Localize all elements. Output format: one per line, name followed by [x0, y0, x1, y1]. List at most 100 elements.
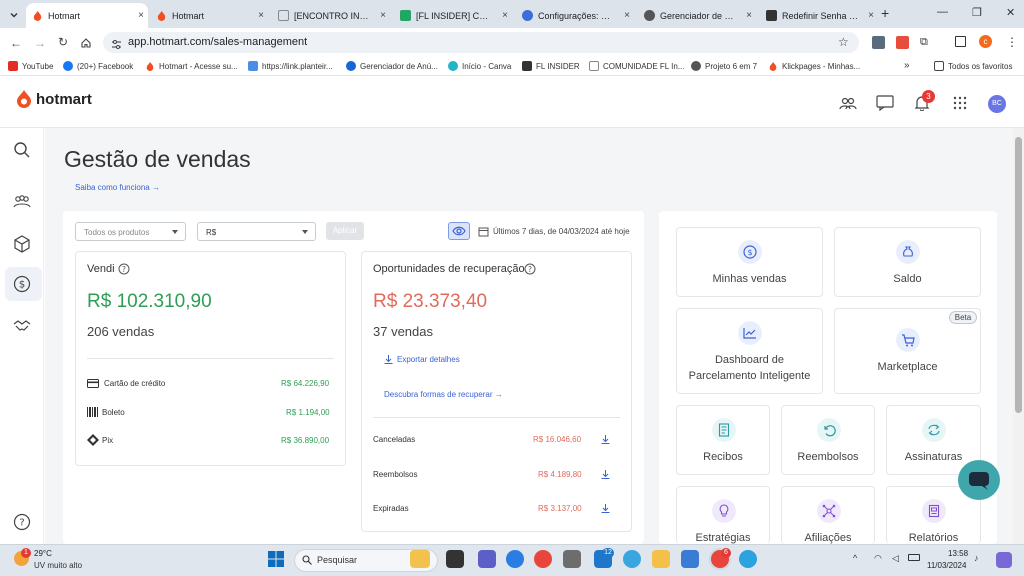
scrollbar-thumb[interactable]	[1015, 137, 1022, 413]
dashboard-installments-tile[interactable]: Dashboard de Parcelamento Inteligente	[676, 308, 823, 394]
export-details-link[interactable]: Exportar detalhes	[397, 355, 460, 364]
edge-icon[interactable]	[506, 550, 524, 568]
clock-time[interactable]: 13:58	[948, 549, 968, 558]
download-icon[interactable]	[601, 470, 610, 479]
users-icon[interactable]	[839, 95, 857, 111]
bookmark-fl-insider[interactable]: FL INSIDER	[522, 61, 580, 71]
bookmarks-overflow-icon[interactable]: »	[904, 60, 910, 71]
page-favicon-icon	[278, 10, 289, 21]
discover-recovery-link[interactable]: Descubra formas de recuperar →	[384, 390, 503, 399]
tab-gerenciador-senhas[interactable]: Gerenciador de senh ×	[638, 3, 756, 28]
balance-tile[interactable]: Saldo	[834, 227, 981, 297]
windows-start-icon[interactable]	[268, 551, 284, 567]
browser-menu-icon[interactable]: ⋮	[1006, 35, 1018, 49]
calculator-icon[interactable]	[563, 550, 581, 568]
chat-icon[interactable]	[876, 95, 894, 111]
task-view-icon[interactable]	[446, 550, 464, 568]
copilot-icon[interactable]	[996, 552, 1012, 568]
tab-search-icon[interactable]	[8, 8, 20, 20]
strategies-tile[interactable]: Estratégias	[676, 486, 770, 544]
minimize-icon[interactable]: —	[937, 6, 948, 18]
bookmark-projeto[interactable]: Projeto 6 em 7	[691, 61, 757, 71]
apps-grid-icon[interactable]	[951, 95, 969, 111]
file-explorer-icon[interactable]	[652, 550, 670, 568]
tab-fl-insider-central[interactable]: [FL INSIDER] CENTRA ×	[394, 3, 512, 28]
bookmark-comunidade[interactable]: COMUNIDADE FL In...	[589, 61, 685, 71]
bookmark-planteir[interactable]: https://link.planteir...	[248, 61, 333, 71]
close-tab-icon[interactable]: ×	[498, 10, 512, 21]
how-it-works-link[interactable]: Saiba como funciona →	[75, 183, 160, 192]
extension-icon[interactable]	[872, 36, 885, 49]
community-icon[interactable]	[13, 193, 31, 211]
products-select[interactable]: Todos os produtos	[75, 222, 186, 241]
my-sales-tile[interactable]: $ Minhas vendas	[676, 227, 823, 297]
close-tab-icon[interactable]: ×	[254, 10, 268, 21]
download-icon[interactable]	[601, 504, 610, 513]
bookmark-youtube[interactable]: YouTube	[8, 61, 53, 71]
notifications-bell-icon[interactable]: ♪	[974, 553, 979, 563]
bookmark-label: Todos os favoritos	[948, 61, 1013, 71]
new-tab-button[interactable]: +	[881, 5, 889, 21]
battery-icon[interactable]	[908, 554, 920, 561]
close-window-icon[interactable]: ✕	[1006, 6, 1015, 19]
receipts-tile[interactable]: Recibos	[676, 405, 770, 475]
bookmark-gerenciador-anuncios[interactable]: Gerenciador de Anú...	[346, 61, 438, 71]
handshake-icon[interactable]	[13, 317, 31, 335]
affiliations-tile[interactable]: Afiliações	[781, 486, 875, 544]
notepad-icon[interactable]	[681, 550, 699, 568]
tab-redefinir-senha[interactable]: Redefinir Senha ~ FL ×	[760, 3, 878, 28]
product-box-icon[interactable]	[13, 235, 31, 253]
date-range-selector[interactable]: Últimos 7 dias, de 04/03/2024 até hoje	[493, 227, 630, 236]
tray-chevron-icon[interactable]: ^	[853, 553, 857, 563]
all-bookmarks[interactable]: Todos os favoritos	[934, 61, 1012, 71]
volume-icon[interactable]: ◁	[892, 553, 899, 564]
back-icon[interactable]: ←	[10, 36, 22, 50]
tab-encontro-insider[interactable]: [ENCONTRO INSIDER ×	[272, 3, 390, 28]
url-text[interactable]: app.hotmart.com/sales-management	[128, 36, 307, 48]
info-question-icon[interactable]: ?	[118, 263, 130, 275]
photos-icon[interactable]	[623, 550, 641, 568]
hotmart-logo[interactable]: hotmart	[16, 90, 92, 108]
close-tab-icon[interactable]: ×	[134, 10, 148, 21]
wifi-icon[interactable]: ◠	[874, 553, 882, 564]
profile-avatar[interactable]: c	[979, 35, 992, 48]
bookmark-star-icon[interactable]: ☆	[838, 35, 849, 49]
toggle-visibility-button[interactable]	[448, 222, 470, 240]
apply-button[interactable]: Aplicar	[326, 222, 364, 240]
extensions-puzzle-icon[interactable]: ⧉	[920, 36, 928, 49]
close-tab-icon[interactable]: ×	[742, 10, 756, 21]
bookmark-hotmart[interactable]: Hotmart - Acesse su...	[145, 61, 238, 71]
close-tab-icon[interactable]: ×	[376, 10, 390, 21]
info-question-icon[interactable]: ?	[524, 263, 536, 275]
tab-hotmart[interactable]: Hotmart ×	[150, 3, 268, 28]
teams-icon[interactable]	[478, 550, 496, 568]
fl-icon	[522, 61, 532, 71]
user-avatar[interactable]: BC	[988, 95, 1006, 113]
close-tab-icon[interactable]: ×	[620, 10, 634, 21]
weather-description[interactable]: UV muito alto	[34, 561, 82, 570]
tab-configuracoes[interactable]: Configurações: Pree ×	[516, 3, 634, 28]
help-icon[interactable]: ?	[13, 513, 31, 531]
download-icon[interactable]	[601, 435, 610, 444]
tab-hotmart-active[interactable]: Hotmart ×	[26, 3, 148, 28]
restore-icon[interactable]: ❐	[972, 6, 982, 19]
weather-temperature[interactable]: 29°C	[34, 549, 52, 558]
side-panel-icon[interactable]	[955, 36, 966, 47]
reload-icon[interactable]: ↻	[58, 35, 68, 49]
forward-icon[interactable]: →	[34, 36, 46, 50]
support-chat-button[interactable]	[958, 460, 1000, 500]
record-extension-icon[interactable]	[896, 36, 909, 49]
close-tab-icon[interactable]: ×	[864, 10, 878, 21]
currency-select[interactable]: R$	[197, 222, 316, 241]
search-icon[interactable]	[13, 141, 31, 159]
dollar-sales-icon[interactable]: $	[13, 275, 31, 293]
bookmark-canva[interactable]: Início - Canva	[448, 61, 511, 71]
chrome-icon[interactable]	[534, 550, 552, 568]
bookmark-facebook[interactable]: (20+) Facebook	[63, 61, 133, 71]
bookmark-klickpages[interactable]: Klickpages - Minhas...	[768, 61, 860, 71]
site-info-icon[interactable]	[111, 37, 122, 55]
refunds-tile[interactable]: Reembolsos	[781, 405, 875, 475]
home-icon[interactable]	[80, 36, 92, 54]
telegram-icon[interactable]	[739, 550, 757, 568]
clock-date[interactable]: 11/03/2024	[927, 561, 966, 570]
